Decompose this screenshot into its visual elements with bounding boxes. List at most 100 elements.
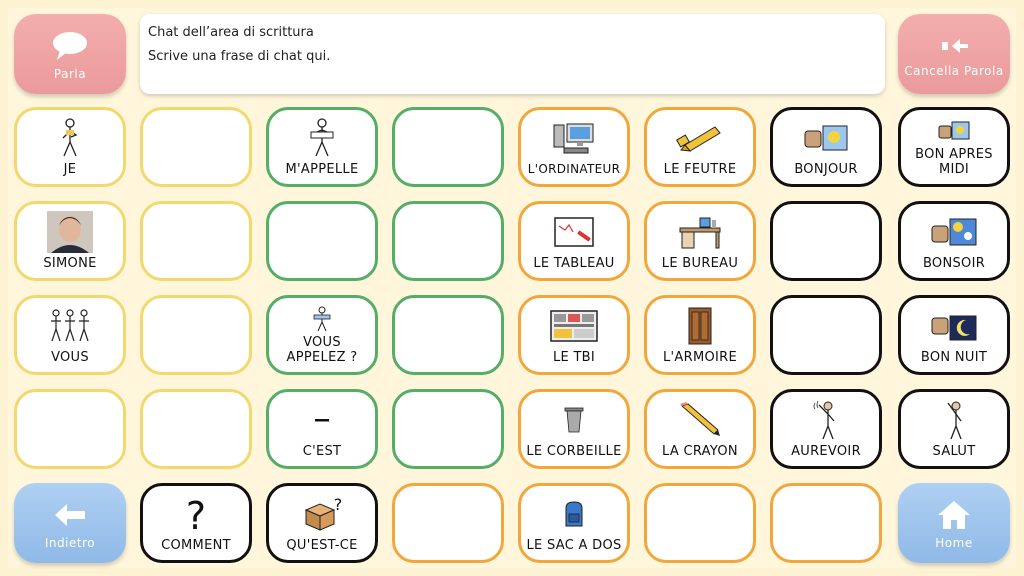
cell-quest-ce[interactable]: ? QU'EST-CE bbox=[266, 483, 378, 563]
chat-writing-area[interactable]: Chat dell’area di scrittura Scrive una f… bbox=[140, 14, 885, 94]
cell-label: JE bbox=[63, 162, 77, 177]
cell-bon-nuit[interactable]: BON NUIT bbox=[898, 295, 1010, 375]
empty-cell[interactable] bbox=[266, 201, 378, 281]
home-button-label: Home bbox=[935, 535, 973, 550]
speech-bubble-icon bbox=[50, 28, 90, 64]
delete-arrow-icon bbox=[938, 31, 970, 61]
cell-le-feutre[interactable]: LE FEUTRE bbox=[644, 107, 756, 187]
cell-aurevoir[interactable]: AUREVOIR bbox=[770, 389, 882, 469]
chat-placeholder: Scrive una frase di chat qui. bbox=[148, 49, 331, 64]
cell-le-corbeille[interactable]: LE CORBEILLE bbox=[518, 389, 630, 469]
speak-button[interactable]: Parla bbox=[14, 14, 126, 94]
cell-label: LA CRAYON bbox=[662, 444, 738, 459]
cell-label: LE BUREAU bbox=[661, 256, 739, 271]
cell-bonsoir[interactable]: BONSOIR bbox=[898, 201, 1010, 281]
empty-cell[interactable] bbox=[140, 295, 252, 375]
cell-bon-apres-midi[interactable]: BON APRES MIDI bbox=[898, 107, 1010, 187]
cell-label: BON NUIT bbox=[920, 350, 988, 365]
back-button-label: Indietro bbox=[44, 535, 96, 550]
empty-cell[interactable] bbox=[770, 201, 882, 281]
left-arrow-icon bbox=[53, 497, 87, 533]
cell-comment[interactable]: ? COMMENT bbox=[140, 483, 252, 563]
empty-cell[interactable] bbox=[140, 107, 252, 187]
cell-label: LE FEUTRE bbox=[663, 162, 737, 177]
cell-label: L'ARMOIRE bbox=[663, 350, 737, 365]
empty-cell[interactable] bbox=[644, 483, 756, 563]
empty-cell[interactable] bbox=[140, 389, 252, 469]
box-question-icon: ? bbox=[273, 490, 371, 538]
cell-label: SIMONE bbox=[43, 256, 97, 271]
empty-cell[interactable] bbox=[140, 201, 252, 281]
svg-text:?: ? bbox=[334, 496, 343, 514]
empty-cell[interactable] bbox=[392, 483, 504, 563]
cell-label: M'APPELLE bbox=[285, 162, 359, 177]
computer-icon bbox=[525, 114, 623, 162]
delete-word-label: Cancella Parola bbox=[904, 63, 1004, 78]
interactive-whiteboard-icon bbox=[525, 302, 623, 350]
empty-cell[interactable] bbox=[770, 483, 882, 563]
cell-label: QU'EST-CE bbox=[286, 538, 358, 553]
thumbs-up-afternoon-icon bbox=[905, 114, 1003, 147]
thumbs-up-sun-icon bbox=[777, 114, 875, 162]
cell-mappelle[interactable]: M'APPELLE bbox=[266, 107, 378, 187]
backpack-icon bbox=[525, 490, 623, 538]
person-name-tag-icon bbox=[273, 114, 371, 162]
cell-label: VOUS bbox=[51, 350, 89, 365]
chat-title: Chat dell’area di scrittura bbox=[148, 25, 314, 40]
empty-cell[interactable] bbox=[392, 201, 504, 281]
cell-la-crayon[interactable]: LA CRAYON bbox=[644, 389, 756, 469]
group-of-people-icon bbox=[21, 302, 119, 350]
cell-label: C'EST bbox=[302, 444, 342, 459]
cell-label: BONJOUR bbox=[794, 162, 858, 177]
cell-label: SALUT bbox=[932, 444, 976, 459]
cell-label: L'ORDINATEUR bbox=[527, 162, 621, 176]
cell-label: LE TBI bbox=[552, 350, 596, 365]
home-button[interactable]: Home bbox=[898, 483, 1010, 563]
cell-le-bureau[interactable]: LE BUREAU bbox=[644, 201, 756, 281]
cell-label: AUREVOIR bbox=[791, 444, 861, 459]
cell-le-sac-a-dos[interactable]: LE SAC A DOS bbox=[518, 483, 630, 563]
person-waving-goodbye-icon bbox=[777, 396, 875, 444]
cell-le-tbi[interactable]: LE TBI bbox=[518, 295, 630, 375]
cell-label: COMMENT bbox=[161, 538, 231, 553]
empty-cell[interactable] bbox=[14, 389, 126, 469]
thumbs-up-night-icon bbox=[905, 302, 1003, 350]
trash-bin-icon bbox=[525, 396, 623, 444]
cell-je[interactable]: JE bbox=[14, 107, 126, 187]
person-name-tag-icon bbox=[273, 302, 371, 335]
person-waving-hello-icon bbox=[905, 396, 1003, 444]
back-button[interactable]: Indietro bbox=[14, 483, 126, 563]
empty-cell[interactable] bbox=[392, 107, 504, 187]
speak-button-label: Parla bbox=[53, 66, 87, 81]
empty-cell[interactable] bbox=[392, 295, 504, 375]
dash-icon bbox=[273, 396, 371, 444]
wardrobe-icon bbox=[651, 302, 749, 350]
cell-vous[interactable]: VOUS bbox=[14, 295, 126, 375]
svg-text:?: ? bbox=[186, 495, 206, 533]
cell-le-tableau[interactable]: LE TABLEAU bbox=[518, 201, 630, 281]
cell-lordinateur[interactable]: L'ORDINATEUR bbox=[518, 107, 630, 187]
home-icon bbox=[936, 497, 972, 533]
cell-label: BONSOIR bbox=[922, 256, 986, 271]
marker-pen-icon bbox=[651, 114, 749, 162]
question-mark-icon: ? bbox=[147, 490, 245, 538]
cell-larmoire[interactable]: L'ARMOIRE bbox=[644, 295, 756, 375]
cell-salut[interactable]: SALUT bbox=[898, 389, 1010, 469]
whiteboard-icon bbox=[525, 208, 623, 256]
pencil-icon bbox=[651, 396, 749, 444]
cell-label: BON APRES MIDI bbox=[915, 147, 993, 177]
cell-vous-appelez[interactable]: VOUS APPELEZ ? bbox=[266, 295, 378, 375]
cell-label: VOUS APPELEZ ? bbox=[286, 335, 358, 365]
desk-icon bbox=[651, 208, 749, 256]
cell-label: LE CORBEILLE bbox=[526, 444, 622, 459]
cell-cest[interactable]: C'EST bbox=[266, 389, 378, 469]
thumbs-up-evening-icon bbox=[905, 208, 1003, 256]
cell-label: LE TABLEAU bbox=[533, 256, 615, 271]
cell-label: LE SAC A DOS bbox=[526, 538, 622, 553]
cell-bonjour[interactable]: BONJOUR bbox=[770, 107, 882, 187]
delete-word-button[interactable]: Cancella Parola bbox=[898, 14, 1010, 94]
empty-cell[interactable] bbox=[392, 389, 504, 469]
empty-cell[interactable] bbox=[770, 295, 882, 375]
cell-simone[interactable]: SIMONE bbox=[14, 201, 126, 281]
person-pointing-self-icon bbox=[21, 114, 119, 162]
